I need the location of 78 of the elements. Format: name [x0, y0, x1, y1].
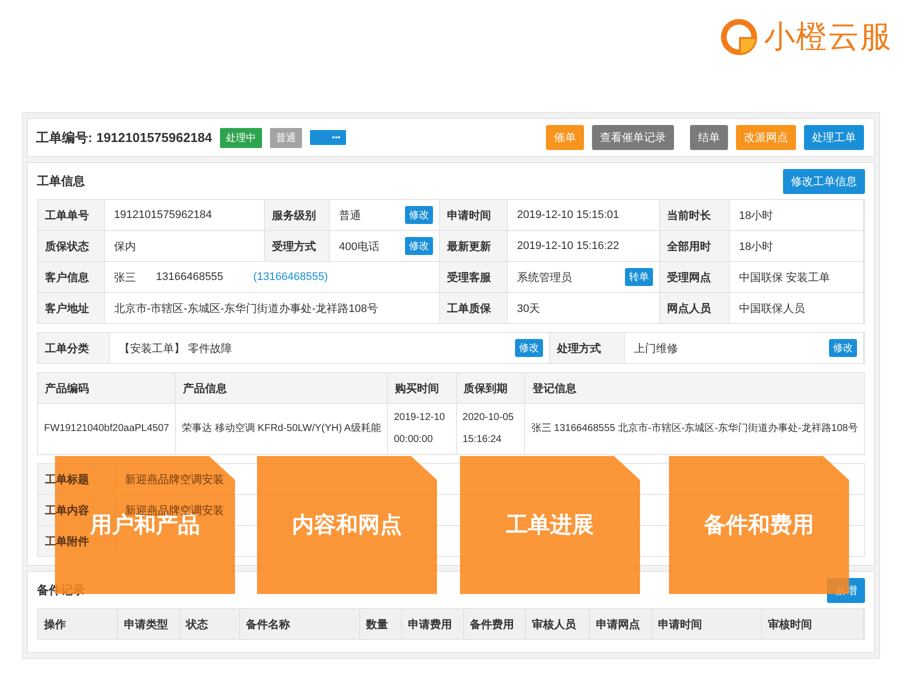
status-badge: •••	[310, 130, 346, 145]
field-value: 18小时	[739, 240, 774, 254]
section-title: 备件记录	[37, 582, 85, 598]
table-cell: 张三 13166468555 北京市-市辖区-东城区-东华门街道办事处-龙祥路108号	[524, 404, 864, 454]
field-label: 全部用时	[660, 231, 730, 262]
column-header: 产品信息	[176, 372, 388, 404]
field-label: 工单质保	[440, 293, 508, 324]
field-value: 400电话	[339, 240, 380, 254]
field-value: 北京市-市辖区-东城区-东华门街道办事处-龙祥路108号	[114, 302, 378, 316]
table-cell: 荣事达 移动空调 KFRd-50LW/Y(YH) A级耗能	[176, 404, 388, 454]
column-header: 产品编码	[38, 372, 176, 404]
field-label: 受理客服	[440, 262, 508, 293]
field-value: 2019-12-10 15:15:01	[517, 209, 620, 221]
field-value: 中国联保人员	[739, 302, 805, 316]
edit-button[interactable]: 转单	[625, 268, 653, 286]
field-label: 工单分类	[38, 333, 110, 363]
field-value: 普通	[339, 208, 361, 222]
field-value: 13166468555	[156, 271, 224, 283]
field-label: 处理方式	[550, 333, 625, 363]
action-button[interactable]: 处理工单	[804, 125, 864, 150]
order-number: 1912101575962184	[96, 130, 212, 145]
logo-text: 小橙云服	[764, 18, 892, 56]
field-value: 张三	[114, 270, 136, 284]
status-badge: 处理中	[220, 128, 262, 148]
field-value: 【安装工单】 零件故障	[119, 342, 232, 356]
field-label: 客户地址	[38, 293, 105, 324]
edit-button[interactable]: 修改	[405, 206, 433, 224]
highlight-card: 工单进展	[460, 456, 640, 594]
section-title: 工单信息	[37, 172, 85, 190]
table-cell: 2019-12-10 00:00:00	[387, 404, 456, 454]
field-value: 30天	[517, 302, 540, 316]
column-header: 购买时间	[387, 372, 456, 404]
column-header: 备件名称	[240, 609, 360, 639]
field-value: 新迎燕品牌空调安装	[125, 472, 224, 486]
field-label: 网点人员	[660, 293, 730, 324]
column-header: 登记信息	[524, 372, 864, 404]
field-value: 2019-12-10 15:16:22	[517, 240, 620, 252]
field-label: 工单单号	[38, 200, 105, 231]
field-label: 客户信息	[38, 262, 105, 293]
field-value: 保内	[114, 240, 136, 254]
edit-button[interactable]: 修改	[405, 237, 433, 255]
edit-button[interactable]: 修改	[829, 339, 857, 357]
column-header: 状态	[180, 609, 240, 639]
field-label: 最新更新	[440, 231, 508, 262]
column-header: 审核时间	[762, 609, 864, 639]
edit-button[interactable]: 修改	[515, 339, 543, 357]
phone-link[interactable]: (13166468555)	[253, 271, 328, 283]
action-button[interactable]: 结单	[690, 125, 728, 150]
column-header: 申请费用	[402, 609, 464, 639]
table-cell: FW19121040bf20aaPL4507	[38, 404, 176, 454]
field-label: 当前时长	[660, 200, 730, 231]
field-value: 系统管理员	[517, 270, 572, 284]
logo-icon	[720, 18, 758, 56]
column-header: 数量	[360, 609, 402, 639]
status-badge: 普通	[270, 128, 302, 148]
field-label: 服务级别	[265, 200, 330, 231]
column-header: 申请类型	[118, 609, 180, 639]
table-cell: 2020-10-05 15:16:24	[456, 404, 525, 454]
column-header: 申请时间	[652, 609, 762, 639]
field-label: 受理网点	[660, 262, 730, 293]
field-value: 上门维修	[634, 342, 678, 356]
action-button[interactable]: 改派网点	[736, 125, 796, 150]
column-header: 审核人员	[526, 609, 590, 639]
field-value: 1912101575962184	[114, 209, 212, 221]
field-label: 申请时间	[440, 200, 508, 231]
highlight-card: 内容和网点	[257, 456, 437, 594]
field-label: 受理方式	[265, 231, 330, 262]
field-value: 18小时	[739, 208, 774, 222]
field-label: 质保状态	[38, 231, 105, 262]
action-button[interactable]: 催单	[546, 125, 584, 150]
column-header: 备件费用	[464, 609, 526, 639]
column-header: 申请网点	[590, 609, 652, 639]
column-header: 操作	[38, 609, 118, 639]
action-button[interactable]: 查看催单记录	[592, 125, 674, 150]
field-value: 中国联保 安装工单	[739, 270, 830, 284]
edit-order-button[interactable]: 修改工单信息	[783, 168, 865, 194]
order-number-label: 工单编号:	[36, 128, 92, 146]
column-header: 质保到期	[456, 372, 525, 404]
